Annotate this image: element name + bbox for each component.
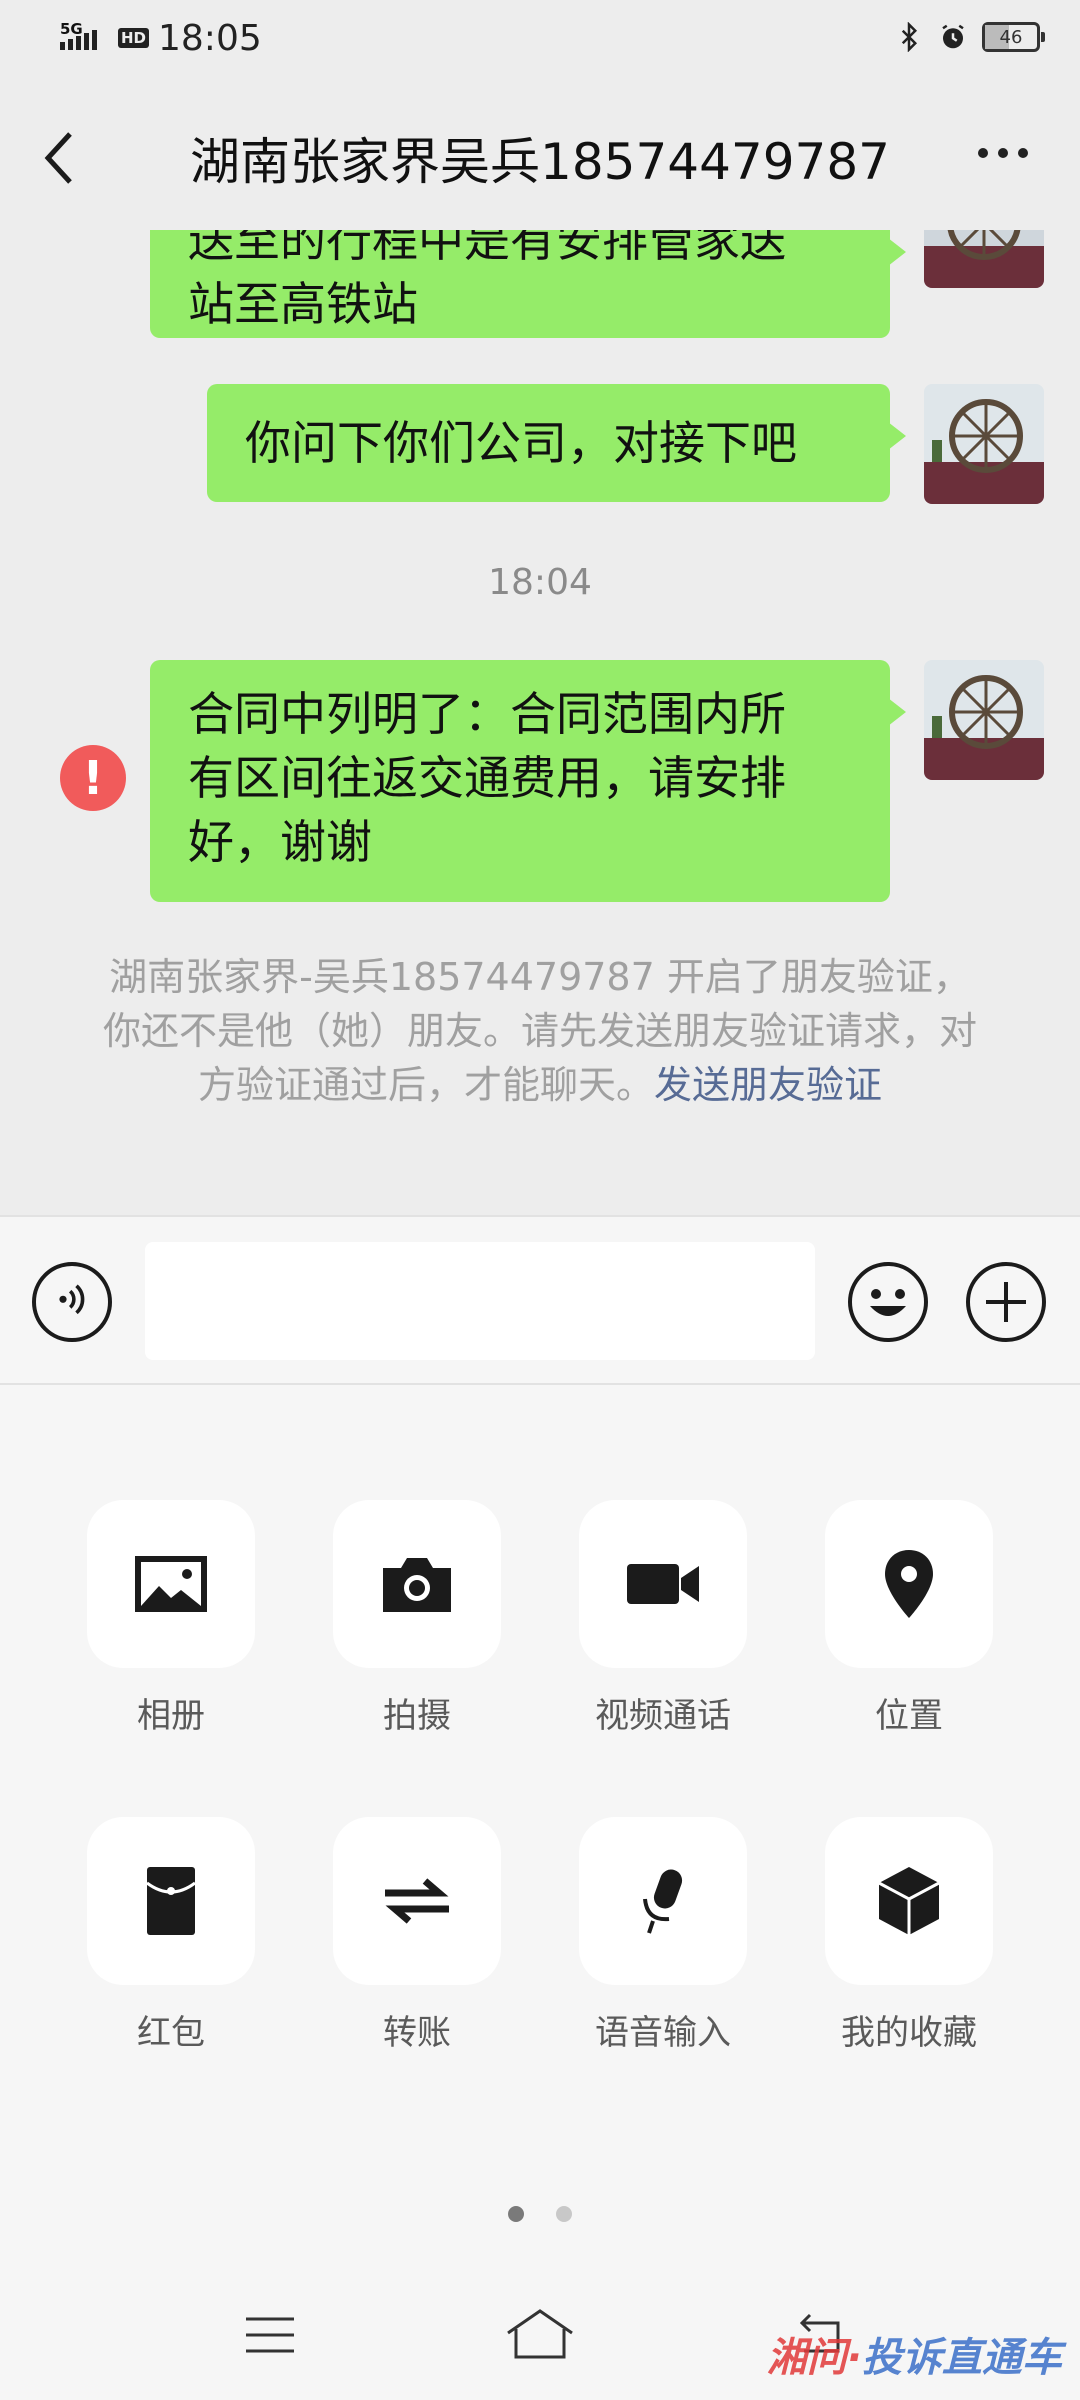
emoji-icon	[870, 1289, 906, 1316]
more-options-icon[interactable]	[978, 148, 1028, 158]
message-text: 合同中列明了：合同范围内所	[188, 687, 786, 741]
chat-title: 湖南张家界吴兵18574479787	[190, 133, 890, 191]
tool-voice-input[interactable]: 语音输入	[578, 1817, 748, 2054]
tool-label: 位置	[875, 1696, 943, 1736]
message-bubble[interactable]: 送至的行程中是有安排管家送 站至高铁站	[150, 230, 906, 338]
tool-favorites[interactable]: 我的收藏	[824, 1817, 994, 2054]
input-bar	[0, 1215, 1080, 1385]
red-packet-icon	[146, 1867, 196, 1935]
message-text: 站至高铁站	[188, 277, 418, 331]
camera-icon	[383, 1558, 451, 1612]
message-input[interactable]	[145, 1242, 815, 1360]
tool-label: 我的收藏	[841, 2013, 977, 2053]
send-friend-request-link[interactable]: 发送朋友验证	[654, 1063, 882, 1107]
tool-label: 拍摄	[383, 1696, 451, 1736]
tool-label: 转账	[383, 2013, 451, 2053]
tool-label: 视频通话	[595, 1696, 731, 1736]
location-icon	[885, 1550, 933, 1618]
tool-camera[interactable]: 拍摄	[332, 1500, 502, 1737]
more-functions-button[interactable]	[966, 1262, 1046, 1342]
battery-icon: 46	[982, 22, 1045, 52]
message-text: 好，谢谢	[188, 815, 372, 869]
status-bar: 5G HD 18:05 46	[0, 0, 1080, 80]
message-bubble[interactable]: 合同中列明了：合同范围内所 有区间往返交通费用，请安排 好，谢谢	[150, 660, 906, 902]
voice-button[interactable]	[32, 1262, 112, 1342]
voice-icon	[59, 1284, 85, 1315]
tool-label: 语音输入	[595, 2013, 731, 2053]
hd-badge: HD	[118, 28, 150, 48]
home-icon[interactable]	[504, 2305, 576, 2365]
tool-label: 相册	[137, 1696, 205, 1736]
tool-label: 红包	[137, 2013, 205, 2053]
message-text: 有区间往返交通费用，请安排	[188, 751, 786, 805]
favorites-icon	[878, 1867, 940, 1935]
tool-video-call[interactable]: 视频通话	[578, 1500, 748, 1737]
page-dot	[556, 2206, 572, 2222]
system-navigation-bar: 湘问·投诉直通车	[0, 2265, 1080, 2400]
message-text: 你问下你们公司，对接下吧	[245, 416, 797, 470]
message-timestamp: 18:04	[488, 562, 592, 603]
send-failed-icon[interactable]: !	[60, 745, 126, 811]
network-type: 5G	[60, 20, 83, 38]
transfer-icon	[385, 1878, 449, 1924]
video-call-icon	[627, 1564, 699, 1604]
function-panel: 相册 拍摄 视频通话 位置 红包 转账 语音输入 我的收藏	[0, 1385, 1080, 2265]
avatar[interactable]	[924, 230, 1044, 288]
tool-transfer[interactable]: 转账	[332, 1817, 502, 2054]
message-text: 送至的行程中是有安排管家送	[188, 230, 786, 267]
page-dot-active	[508, 2206, 524, 2222]
plus-icon	[986, 1282, 1026, 1322]
watermark: 湘问·投诉直通车	[766, 2335, 1062, 2381]
menu-icon[interactable]	[240, 2305, 300, 2365]
alarm-icon	[942, 24, 964, 49]
page-indicator	[0, 2206, 1080, 2222]
chat-header: 湖南张家界吴兵18574479787	[0, 80, 1080, 230]
chat-messages[interactable]: 送至的行程中是有安排管家送 站至高铁站 你问下你们公司，对接下吧 18:04 !…	[0, 230, 1080, 1215]
avatar[interactable]	[924, 660, 1044, 780]
avatar[interactable]	[924, 384, 1044, 504]
signal-icon: 5G	[60, 20, 97, 50]
friend-verification-notice: 湖南张家界-吴兵18574479787 开启了朋友验证，你还不是他（她）朋友。请…	[100, 950, 980, 1112]
microphone-icon	[643, 1869, 683, 1934]
emoji-button[interactable]	[848, 1262, 928, 1342]
tool-location[interactable]: 位置	[824, 1500, 994, 1737]
album-icon	[135, 1556, 207, 1612]
tool-album[interactable]: 相册	[86, 1500, 256, 1737]
message-bubble[interactable]: 你问下你们公司，对接下吧	[207, 384, 906, 502]
status-time: 18:05	[158, 18, 262, 59]
tool-red-packet[interactable]: 红包	[86, 1817, 256, 2054]
bluetooth-icon	[901, 22, 918, 52]
